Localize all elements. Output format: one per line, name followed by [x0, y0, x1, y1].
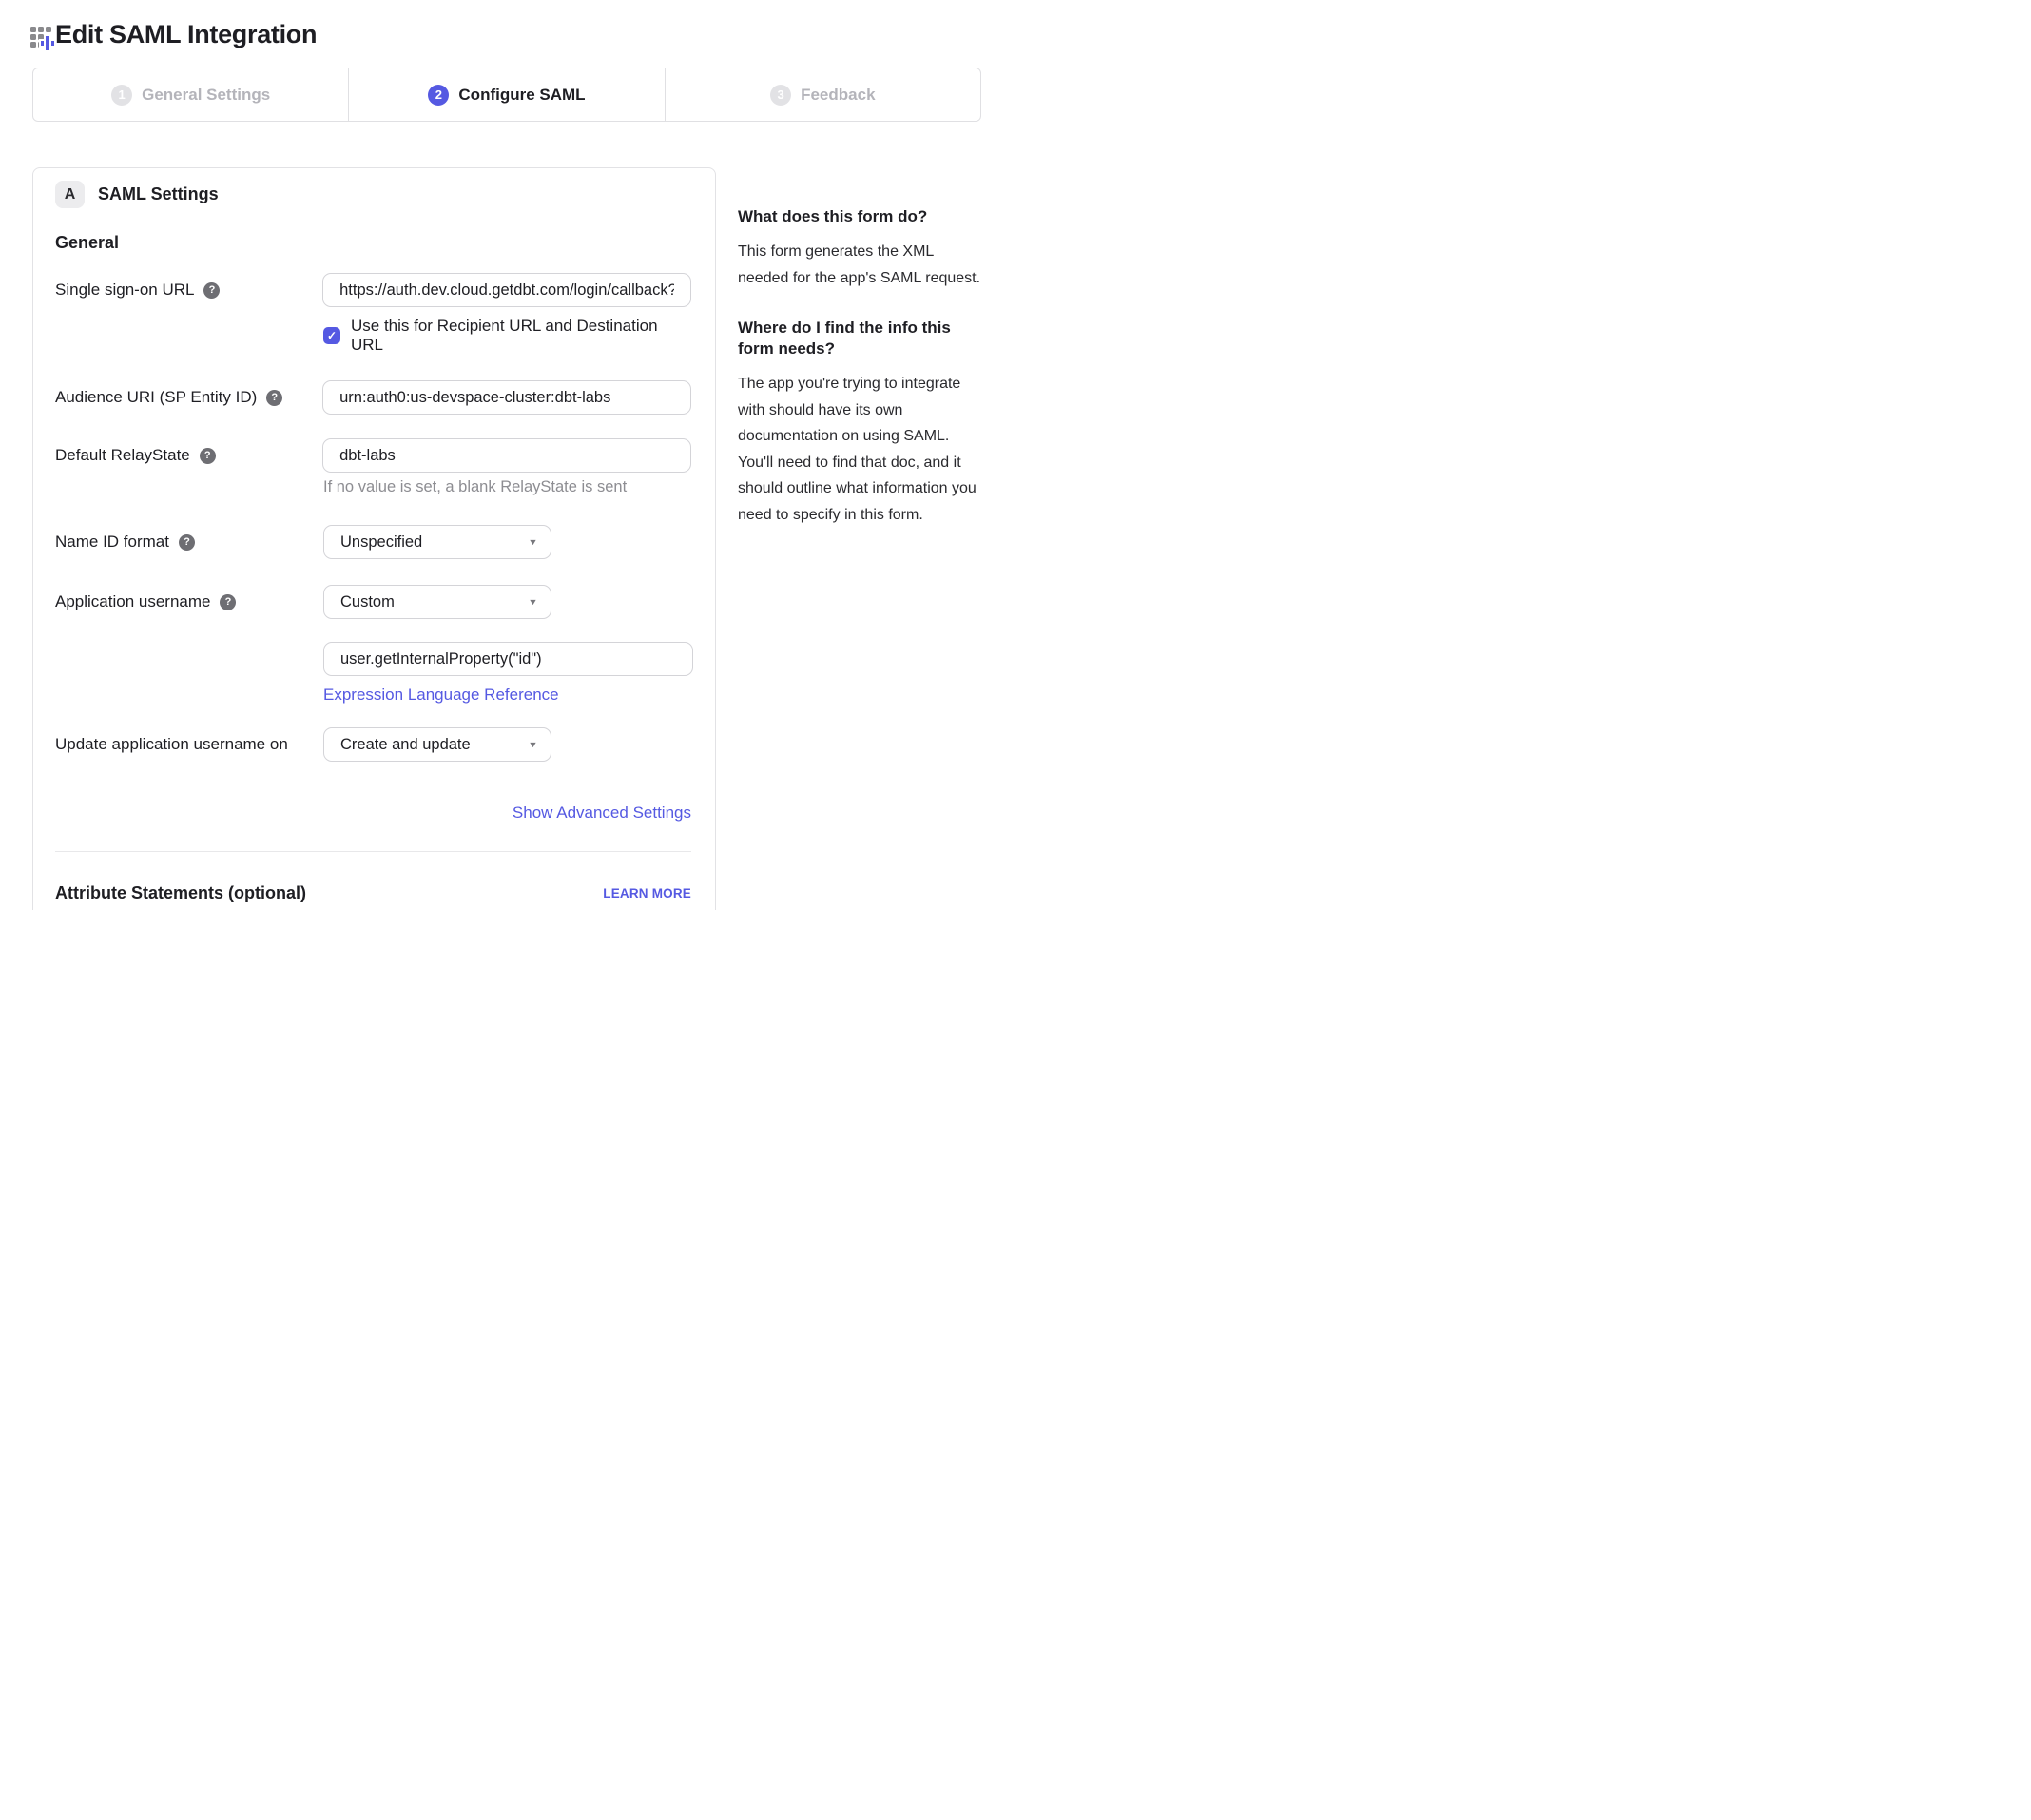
audience-uri-label: Audience URI (SP Entity ID) — [55, 388, 257, 407]
step-1-badge: 1 — [111, 85, 132, 106]
step-1-label: General Settings — [142, 86, 270, 105]
edit-saml-integration-page: Edit SAML Integration 1 General Settings… — [0, 0, 1016, 910]
update-username-label: Update application username on — [55, 735, 288, 754]
step-3-label: Feedback — [801, 86, 875, 105]
recipient-url-checkbox-row: ✓ Use this for Recipient URL and Destina… — [323, 317, 691, 355]
relay-state-label: Default RelayState — [55, 446, 190, 465]
wizard-step-general-settings[interactable]: 1 General Settings — [33, 68, 348, 121]
sso-url-label: Single sign-on URL — [55, 281, 194, 300]
sso-url-row: Single sign-on URL ? — [55, 273, 691, 307]
recipient-url-checkbox[interactable]: ✓ — [323, 327, 340, 344]
help-icon[interactable]: ? — [203, 282, 220, 299]
application-username-label: Application username — [55, 592, 210, 611]
audience-uri-row: Audience URI (SP Entity ID) ? — [55, 380, 691, 415]
expression-language-reference-link[interactable]: Expression Language Reference — [323, 686, 559, 705]
custom-expression-input[interactable] — [323, 642, 693, 676]
help-icon[interactable]: ? — [220, 594, 236, 610]
sidebar-question-1: What does this form do? — [738, 206, 987, 227]
name-id-format-select[interactable]: Unspecified ▼ — [323, 525, 551, 559]
help-icon[interactable]: ? — [179, 534, 195, 551]
page-title: Edit SAML Integration — [55, 20, 317, 49]
wizard-step-feedback[interactable]: 3 Feedback — [665, 68, 980, 121]
sidebar-answer-1: This form generates the XML needed for t… — [738, 239, 987, 291]
section-divider — [55, 851, 691, 852]
attribute-statements-heading: Attribute Statements (optional) — [55, 883, 306, 903]
update-username-select[interactable]: Create and update ▼ — [323, 727, 551, 762]
sidebar-question-2: Where do I find the info this form needs… — [738, 318, 987, 359]
show-advanced-settings-link[interactable]: Show Advanced Settings — [513, 804, 691, 822]
chevron-down-icon: ▼ — [528, 597, 538, 607]
application-username-select[interactable]: Custom ▼ — [323, 585, 551, 619]
relay-state-input[interactable] — [322, 438, 691, 473]
sidebar-answer-2: The app you're trying to integrate with … — [738, 371, 987, 528]
page-header: Edit SAML Integration — [0, 0, 1016, 49]
grid-plus-icon — [30, 27, 51, 48]
step-2-label: Configure SAML — [458, 86, 585, 105]
name-id-format-row: Name ID format ? Unspecified ▼ — [55, 525, 691, 559]
help-icon[interactable]: ? — [266, 390, 282, 406]
name-id-format-value: Unspecified — [340, 533, 422, 552]
relay-state-row: Default RelayState ? — [55, 438, 691, 473]
general-section-heading: General — [55, 233, 691, 253]
step-2-badge: 2 — [428, 85, 449, 106]
audience-uri-input[interactable] — [322, 380, 691, 415]
wizard-steps: 1 General Settings 2 Configure SAML 3 Fe… — [32, 68, 981, 122]
wizard-step-configure-saml[interactable]: 2 Configure SAML — [348, 68, 664, 121]
help-icon[interactable]: ? — [200, 448, 216, 464]
application-username-row: Application username ? Custom ▼ — [55, 585, 691, 619]
update-username-value: Create and update — [340, 736, 471, 754]
saml-settings-card: A SAML Settings General Single sign-on U… — [32, 167, 716, 910]
chevron-down-icon: ▼ — [528, 537, 538, 547]
update-username-row: Update application username on Create an… — [55, 727, 691, 762]
name-id-format-label: Name ID format — [55, 532, 169, 552]
chevron-down-icon: ▼ — [528, 740, 538, 749]
recipient-url-checkbox-label: Use this for Recipient URL and Destinati… — [351, 317, 691, 355]
relay-state-helper-text: If no value is set, a blank RelayState i… — [323, 478, 691, 496]
sso-url-input[interactable] — [322, 273, 691, 307]
application-username-value: Custom — [340, 593, 395, 611]
card-title: SAML Settings — [98, 184, 219, 204]
section-a-badge: A — [55, 181, 85, 208]
step-3-badge: 3 — [770, 85, 791, 106]
learn-more-link[interactable]: LEARN MORE — [603, 886, 691, 900]
help-sidebar: What does this form do? This form genera… — [738, 167, 987, 528]
